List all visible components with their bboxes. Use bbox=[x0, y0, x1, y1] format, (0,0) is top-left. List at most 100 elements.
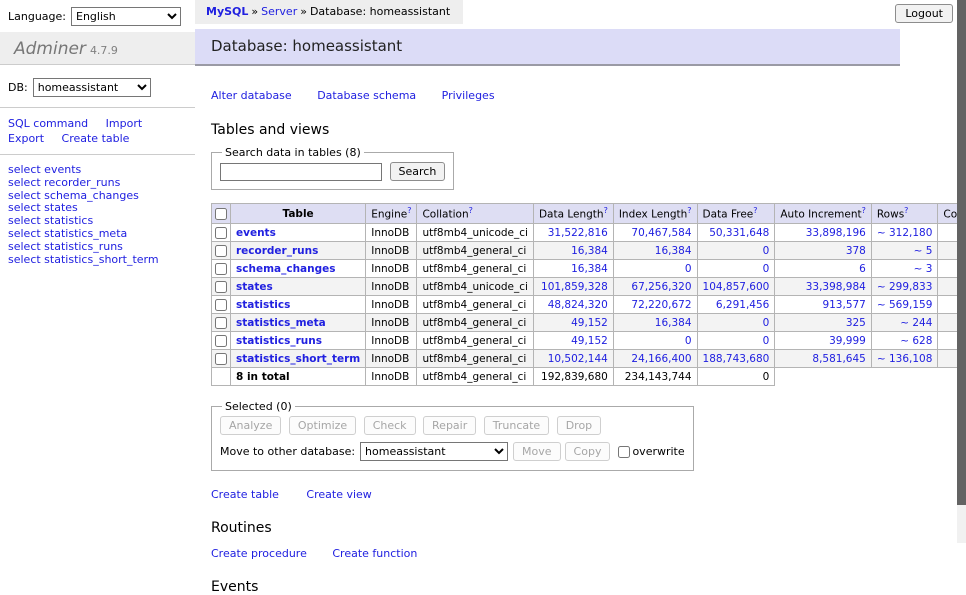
sidebar-link-export[interactable]: Export bbox=[8, 132, 44, 145]
sidebar-table-link[interactable]: select events bbox=[8, 163, 81, 176]
row-checkbox[interactable] bbox=[215, 317, 227, 329]
index-length-link[interactable]: 16,384 bbox=[655, 317, 692, 329]
table-name-link[interactable]: schema_changes bbox=[236, 263, 336, 275]
data-length-link[interactable]: 16,384 bbox=[571, 263, 608, 275]
column-header-data-free[interactable]: Data Free? bbox=[697, 204, 775, 224]
create-function-link[interactable]: Create function bbox=[332, 547, 417, 560]
rows-link[interactable]: ~ 628 bbox=[900, 335, 932, 347]
index-length-link[interactable]: 0 bbox=[685, 335, 692, 347]
sidebar-table-link[interactable]: select statistics_meta bbox=[8, 227, 127, 240]
auto-increment-link[interactable]: 33,398,984 bbox=[806, 281, 866, 293]
help-icon[interactable]: ? bbox=[753, 206, 757, 215]
row-checkbox[interactable] bbox=[215, 299, 227, 311]
column-header-index-length[interactable]: Index Length? bbox=[613, 204, 697, 224]
data-free-link[interactable]: 0 bbox=[763, 335, 770, 347]
data-free-link[interactable]: 104,857,600 bbox=[703, 281, 770, 293]
row-checkbox[interactable] bbox=[215, 335, 227, 347]
index-length-link[interactable]: 70,467,584 bbox=[631, 227, 691, 239]
table-name-link[interactable]: events bbox=[236, 227, 276, 239]
index-length-link[interactable]: 72,220,672 bbox=[631, 299, 691, 311]
column-header-data-length[interactable]: Data Length? bbox=[533, 204, 613, 224]
move-database-select[interactable]: homeassistant bbox=[360, 442, 508, 461]
app-version[interactable]: 4.7.9 bbox=[90, 44, 118, 57]
rows-link[interactable]: ~ 569,159 bbox=[877, 299, 933, 311]
column-header-rows[interactable]: Rows? bbox=[871, 204, 938, 224]
db-select[interactable]: homeassistant bbox=[33, 78, 151, 97]
rows-link[interactable]: ~ 244 bbox=[900, 317, 932, 329]
data-length-link[interactable]: 49,152 bbox=[571, 335, 608, 347]
index-length-link[interactable]: 16,384 bbox=[655, 245, 692, 257]
data-free-link[interactable]: 50,331,648 bbox=[709, 227, 769, 239]
search-input[interactable] bbox=[220, 163, 382, 181]
help-icon[interactable]: ? bbox=[862, 206, 866, 215]
auto-increment-link[interactable]: 325 bbox=[846, 317, 866, 329]
sidebar-table-link[interactable]: select statistics_short_term bbox=[8, 253, 159, 266]
auto-increment-link[interactable]: 33,898,196 bbox=[806, 227, 866, 239]
data-free-link[interactable]: 6,291,456 bbox=[716, 299, 769, 311]
table-name-link[interactable]: statistics bbox=[236, 299, 290, 311]
help-icon[interactable]: ? bbox=[604, 206, 608, 215]
logout-button[interactable]: Logout bbox=[895, 4, 953, 23]
drop-button[interactable]: Drop bbox=[557, 416, 601, 435]
create-procedure-link[interactable]: Create procedure bbox=[211, 547, 307, 560]
row-checkbox[interactable] bbox=[215, 227, 227, 239]
row-checkbox[interactable] bbox=[215, 281, 227, 293]
table-name-link[interactable]: statistics_runs bbox=[236, 335, 322, 347]
breadcrumb-mysql-link[interactable]: MySQL bbox=[206, 5, 248, 18]
auto-increment-link[interactable]: 39,999 bbox=[829, 335, 866, 347]
create-table-link[interactable]: Create table bbox=[211, 488, 279, 501]
overwrite-checkbox[interactable] bbox=[618, 446, 630, 458]
data-length-link[interactable]: 10,502,144 bbox=[548, 353, 608, 365]
help-icon[interactable]: ? bbox=[687, 206, 691, 215]
create-view-link[interactable]: Create view bbox=[306, 488, 371, 501]
move-button[interactable]: Move bbox=[513, 442, 561, 461]
data-length-link[interactable]: 16,384 bbox=[571, 245, 608, 257]
sidebar-table-link[interactable]: select schema_changes bbox=[8, 189, 139, 202]
data-length-link[interactable]: 48,824,320 bbox=[548, 299, 608, 311]
data-free-link[interactable]: 0 bbox=[763, 317, 770, 329]
privileges-link[interactable]: Privileges bbox=[442, 89, 495, 102]
rows-link[interactable]: ~ 312,180 bbox=[877, 227, 933, 239]
language-select[interactable]: English bbox=[71, 7, 181, 26]
copy-button[interactable]: Copy bbox=[565, 442, 611, 461]
database-schema-link[interactable]: Database schema bbox=[317, 89, 416, 102]
help-icon[interactable]: ? bbox=[904, 206, 908, 215]
scrollbar-thumb[interactable] bbox=[957, 0, 966, 505]
sidebar-link-import[interactable]: Import bbox=[106, 117, 143, 130]
data-length-link[interactable]: 31,522,816 bbox=[548, 227, 608, 239]
sidebar-table-link[interactable]: select states bbox=[8, 201, 78, 214]
column-header-collation[interactable]: Collation? bbox=[417, 204, 533, 224]
auto-increment-link[interactable]: 913,577 bbox=[822, 299, 865, 311]
rows-link[interactable]: ~ 5 bbox=[914, 245, 933, 257]
data-length-link[interactable]: 101,859,328 bbox=[541, 281, 608, 293]
analyze-button[interactable]: Analyze bbox=[220, 416, 281, 435]
data-free-link[interactable]: 0 bbox=[763, 245, 770, 257]
row-checkbox[interactable] bbox=[215, 353, 227, 365]
index-length-link[interactable]: 0 bbox=[685, 263, 692, 275]
truncate-button[interactable]: Truncate bbox=[484, 416, 549, 435]
repair-button[interactable]: Repair bbox=[423, 416, 476, 435]
table-name-link[interactable]: statistics_short_term bbox=[236, 353, 360, 365]
sidebar-table-link[interactable]: select statistics bbox=[8, 214, 93, 227]
data-length-link[interactable]: 49,152 bbox=[571, 317, 608, 329]
auto-increment-link[interactable]: 6 bbox=[859, 263, 866, 275]
row-checkbox[interactable] bbox=[215, 245, 227, 257]
column-header-table[interactable]: Table bbox=[231, 204, 366, 224]
sidebar-table-link[interactable]: select recorder_runs bbox=[8, 176, 120, 189]
index-length-link[interactable]: 67,256,320 bbox=[631, 281, 691, 293]
help-icon[interactable]: ? bbox=[469, 206, 473, 215]
rows-link[interactable]: ~ 3 bbox=[914, 263, 933, 275]
breadcrumb-server-link[interactable]: Server bbox=[261, 5, 297, 18]
help-icon[interactable]: ? bbox=[407, 206, 411, 215]
table-name-link[interactable]: statistics_meta bbox=[236, 317, 326, 329]
table-name-link[interactable]: states bbox=[236, 281, 273, 293]
sidebar-link-sql-command[interactable]: SQL command bbox=[8, 117, 88, 130]
column-header-engine[interactable]: Engine? bbox=[366, 204, 417, 224]
auto-increment-link[interactable]: 8,581,645 bbox=[812, 353, 865, 365]
rows-link[interactable]: ~ 136,108 bbox=[877, 353, 933, 365]
index-length-link[interactable]: 24,166,400 bbox=[631, 353, 691, 365]
sidebar-table-link[interactable]: select statistics_runs bbox=[8, 240, 123, 253]
alter-database-link[interactable]: Alter database bbox=[211, 89, 292, 102]
auto-increment-link[interactable]: 378 bbox=[846, 245, 866, 257]
rows-link[interactable]: ~ 299,833 bbox=[877, 281, 933, 293]
